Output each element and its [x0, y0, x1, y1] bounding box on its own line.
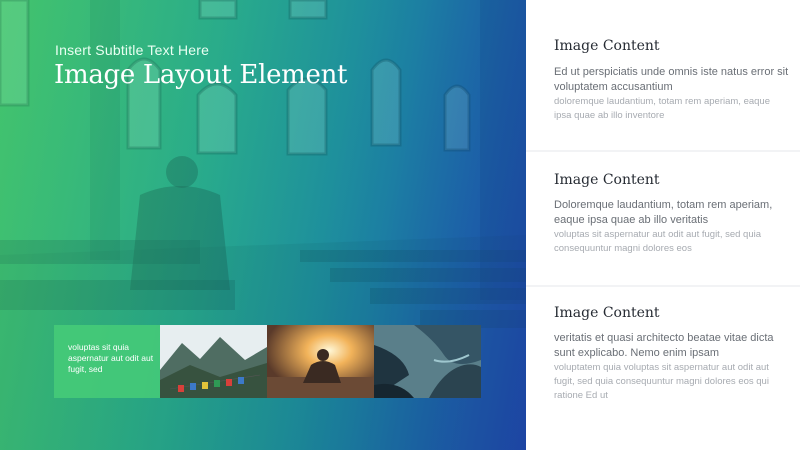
thumbnail-caption: voluptas sit quia aspernatur aut odit au…	[54, 325, 160, 398]
mountain-flags-image	[160, 325, 267, 398]
sunset-person-image	[267, 325, 374, 398]
slide-subtitle: Insert Subtitle Text Here	[55, 42, 210, 58]
content-card-3: Image Content veritatis et quasi archite…	[526, 287, 800, 450]
slide: Insert Subtitle Text Here Image Layout E…	[0, 0, 800, 450]
fjord-cliff-image	[374, 325, 481, 398]
card-heading: Image Content	[554, 38, 660, 54]
card-body-bold: Ed ut perspiciatis unde omnis iste natus…	[554, 66, 789, 93]
slide-title: Image Layout Element	[54, 60, 348, 90]
card-body-light: voluptas sit aspernatur aut odit aut fug…	[554, 229, 762, 254]
card-heading: Image Content	[554, 305, 660, 321]
fjord-cliff-thumbnail[interactable]	[374, 325, 481, 398]
content-card-2: Image Content Doloremque laudantium, tot…	[526, 152, 800, 285]
card-body-light: voluptatem quia voluptas sit aspernatur …	[554, 362, 769, 401]
card-body-bold: veritatis et quasi architecto beatae vit…	[554, 332, 774, 359]
thumbnail-strip: voluptas sit quia aspernatur aut odit au…	[54, 325, 481, 398]
content-card-1: Image Content Ed ut perspiciatis unde om…	[526, 0, 800, 150]
card-body-bold: Doloremque laudantium, totam rem aperiam…	[554, 199, 773, 226]
card-heading: Image Content	[554, 172, 660, 188]
card-body-light: doloremque laudantium, totam rem aperiam…	[554, 96, 770, 121]
mountain-flags-thumbnail[interactable]	[160, 325, 267, 398]
content-panel: Image Content Ed ut perspiciatis unde om…	[526, 0, 800, 450]
hero-image-panel: Insert Subtitle Text Here Image Layout E…	[0, 0, 526, 450]
sunset-person-thumbnail[interactable]	[267, 325, 374, 398]
